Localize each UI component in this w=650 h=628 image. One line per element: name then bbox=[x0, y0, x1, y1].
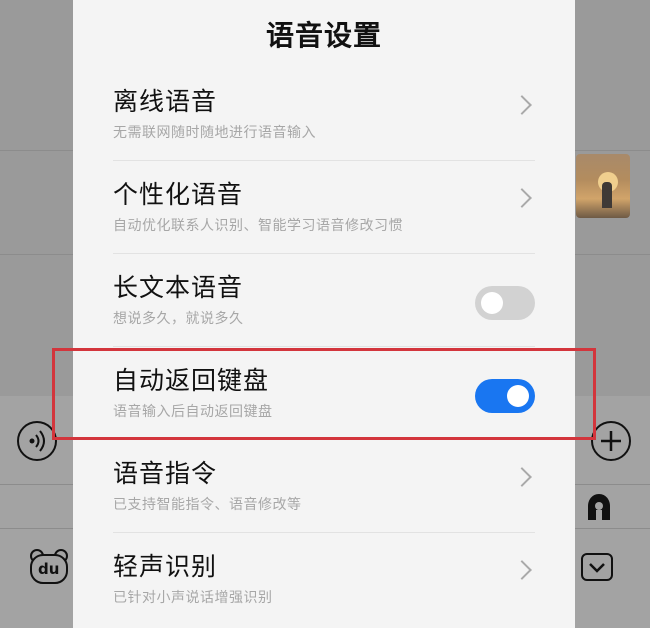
row-subtitle: 已支持智能指令、语音修改等 bbox=[113, 497, 302, 513]
row-subtitle: 已针对小声说话增强识别 bbox=[113, 590, 273, 606]
row-label: 语音指令 bbox=[113, 459, 218, 488]
settings-row-long-text-voice: 长文本语音 想说多久，就说多久 bbox=[113, 254, 535, 347]
du-bear-icon[interactable]: du bbox=[28, 548, 70, 586]
chevron-right-icon bbox=[512, 560, 532, 580]
row-label: 长文本语音 bbox=[113, 273, 244, 302]
long-text-voice-toggle[interactable] bbox=[475, 286, 535, 320]
chevron-right-icon bbox=[512, 467, 532, 487]
settings-row-whisper-recognition[interactable]: 轻声识别 已针对小声说话增强识别 bbox=[113, 533, 535, 626]
row-subtitle: 无需联网随时随地进行语音输入 bbox=[113, 125, 316, 141]
row-label: 轻声识别 bbox=[113, 552, 218, 581]
voice-settings-sheet: 语音设置 离线语音 无需联网随时随地进行语音输入 个性化语音 自动优化联系人识别… bbox=[73, 0, 575, 628]
row-label: 离线语音 bbox=[113, 87, 218, 116]
row-label: 个性化语音 bbox=[113, 180, 244, 209]
sheet-title: 语音设置 bbox=[265, 19, 382, 52]
person-silhouette bbox=[602, 182, 612, 208]
chevron-right-icon bbox=[512, 188, 532, 208]
person-icon[interactable] bbox=[584, 492, 614, 522]
highlight-box bbox=[52, 348, 596, 440]
row-subtitle: 想说多久，就说多久 bbox=[113, 311, 244, 327]
settings-row-voice-commands[interactable]: 语音指令 已支持智能指令、语音修改等 bbox=[113, 440, 535, 533]
keyboard-collapse-icon[interactable] bbox=[580, 552, 614, 582]
toggle-knob bbox=[481, 292, 503, 314]
photo-thumbnail[interactable] bbox=[576, 154, 630, 218]
settings-row-offline-voice[interactable]: 离线语音 无需联网随时随地进行语音输入 bbox=[113, 68, 535, 161]
chevron-right-icon bbox=[512, 95, 532, 115]
settings-row-personalized-voice[interactable]: 个性化语音 自动优化联系人识别、智能学习语音修改习惯 bbox=[113, 161, 535, 254]
plus-circle-icon[interactable] bbox=[590, 420, 632, 462]
row-subtitle: 自动优化联系人识别、智能学习语音修改习惯 bbox=[113, 218, 403, 234]
du-label: du bbox=[38, 560, 60, 578]
